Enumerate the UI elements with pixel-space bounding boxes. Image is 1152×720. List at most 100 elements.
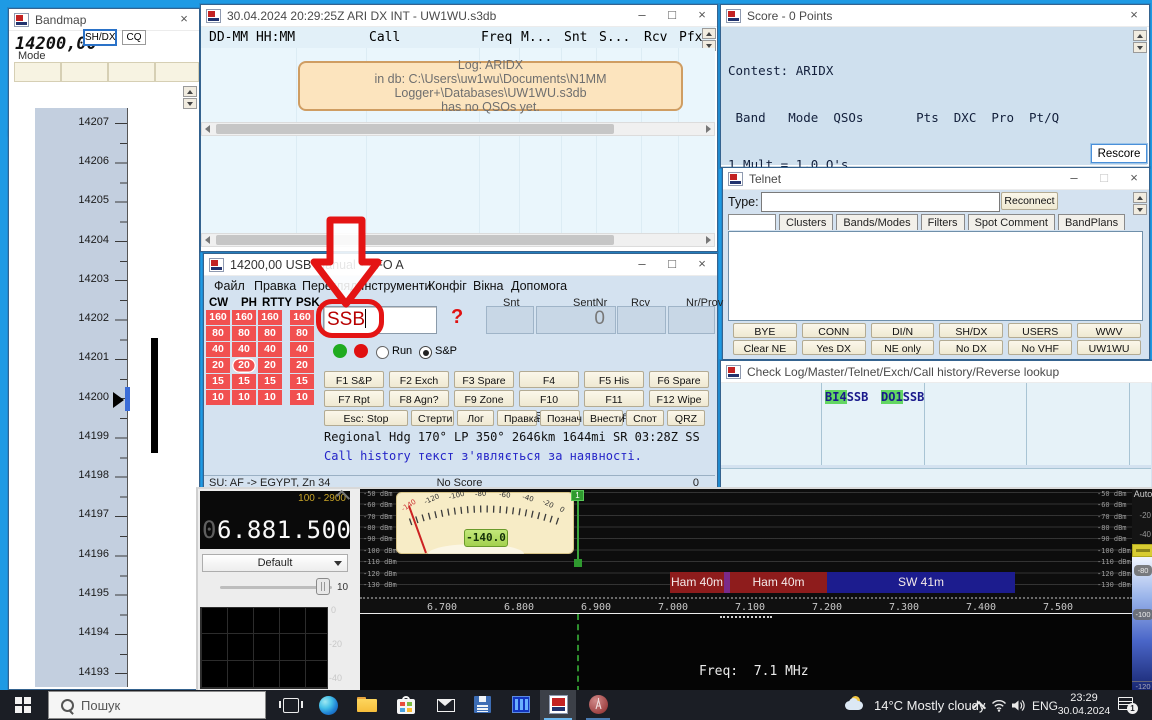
sdr-preset-dropdown[interactable]: Default bbox=[202, 554, 348, 572]
band-button[interactable]: 10 bbox=[206, 390, 230, 405]
tab-bandplans[interactable]: BandPlans bbox=[1058, 214, 1125, 230]
close-icon[interactable]: × bbox=[687, 254, 717, 276]
band-button[interactable]: 160 bbox=[290, 310, 314, 325]
band-button-selected[interactable]: 20 bbox=[232, 358, 256, 373]
telnet-clearne-button[interactable]: Clear NE bbox=[733, 340, 797, 355]
close-icon[interactable]: × bbox=[687, 5, 717, 27]
sdr-frequency-display[interactable]: 06.881.500 bbox=[202, 516, 352, 544]
band-button[interactable]: 80 bbox=[232, 326, 256, 341]
fkey-f10[interactable]: F10 Spare bbox=[519, 390, 579, 407]
spinner-up-icon[interactable] bbox=[1133, 192, 1147, 203]
edit-button[interactable]: Правка bbox=[497, 410, 537, 426]
rcv-field[interactable] bbox=[617, 306, 666, 334]
telnet-titlebar[interactable]: Telnet – □ × bbox=[723, 168, 1149, 190]
band-button[interactable]: 160 bbox=[232, 310, 256, 325]
log-col-header[interactable]: DD-MM HH:MM bbox=[209, 30, 295, 45]
close-icon[interactable]: × bbox=[169, 9, 199, 31]
tab-filters[interactable]: Filters bbox=[921, 214, 965, 230]
file-explorer-icon[interactable] bbox=[357, 697, 377, 713]
log-titlebar[interactable]: 30.04.2024 20:29:25Z ARI DX INT - UW1WU.… bbox=[201, 5, 717, 27]
speaker-icon[interactable] bbox=[1011, 699, 1025, 712]
telnet-shdx-button[interactable]: SH/DX bbox=[939, 323, 1003, 338]
scroll-left-icon[interactable] bbox=[205, 236, 210, 244]
entry-titlebar[interactable]: 14200,00 USB Manual - VFO A – □ × bbox=[204, 254, 717, 276]
save-app-icon[interactable] bbox=[474, 696, 491, 713]
tuning-marker-foot[interactable] bbox=[574, 559, 582, 567]
log-scrollbar-upper[interactable] bbox=[201, 122, 715, 136]
spinner-up-icon[interactable] bbox=[183, 86, 197, 97]
band-button[interactable]: 80 bbox=[206, 326, 230, 341]
menu-file[interactable]: Файл bbox=[214, 279, 245, 293]
check-titlebar[interactable]: Check Log/Master/Telnet/Exch/Call histor… bbox=[721, 361, 1152, 383]
band-button[interactable]: 15 bbox=[232, 374, 256, 389]
microsoft-store-icon[interactable] bbox=[397, 696, 415, 714]
band-button[interactable]: 40 bbox=[290, 342, 314, 357]
edge-browser-icon[interactable] bbox=[319, 696, 338, 715]
bandmap-mode-field[interactable] bbox=[61, 62, 108, 82]
band-button[interactable]: 20 bbox=[206, 358, 230, 373]
band-button[interactable]: 10 bbox=[232, 390, 256, 405]
tab-spot-comment[interactable]: Spot Comment bbox=[968, 214, 1055, 230]
reconnect-button[interactable]: Reconnect bbox=[1001, 192, 1058, 210]
telnet-nodx-button[interactable]: No DX bbox=[939, 340, 1003, 355]
bandmap-zoom-spinner[interactable] bbox=[183, 86, 197, 109]
wipe-button[interactable]: Стерти bbox=[411, 410, 454, 426]
maximize-icon[interactable]: □ bbox=[657, 5, 687, 27]
fkey-f5[interactable]: F5 His Call bbox=[584, 371, 644, 388]
color-scale-marker[interactable]: -80 bbox=[1134, 565, 1152, 576]
telnet-novhf-button[interactable]: No VHF bbox=[1008, 340, 1072, 355]
band-button[interactable]: 10 bbox=[290, 390, 314, 405]
band-button[interactable]: 15 bbox=[206, 374, 230, 389]
telnet-conn-button[interactable]: CONN bbox=[802, 323, 866, 338]
snt-field[interactable] bbox=[486, 306, 534, 334]
store-button[interactable]: Внести bbox=[583, 410, 623, 426]
scrollbar-thumb[interactable] bbox=[216, 124, 614, 134]
telnet-users-button[interactable]: USERS bbox=[1008, 323, 1072, 338]
band-button[interactable]: 40 bbox=[232, 342, 256, 357]
telnet-bye-button[interactable]: BYE bbox=[733, 323, 797, 338]
tab-bands-modes[interactable]: Bands/Modes bbox=[836, 214, 917, 230]
menu-edit[interactable]: Правка bbox=[254, 279, 296, 293]
score-font-spinner[interactable] bbox=[1133, 30, 1147, 53]
language-indicator[interactable]: ENG bbox=[1032, 699, 1058, 713]
spot-button[interactable]: Спот bbox=[626, 410, 664, 426]
band-button[interactable]: 40 bbox=[258, 342, 282, 357]
band-button[interactable]: 15 bbox=[258, 374, 282, 389]
band-button[interactable]: 15 bbox=[290, 374, 314, 389]
scroll-left-icon[interactable] bbox=[205, 125, 210, 133]
sdr-taskbar-button[interactable] bbox=[580, 690, 616, 720]
band-button[interactable]: 20 bbox=[258, 358, 282, 373]
spinner-down-icon[interactable] bbox=[1133, 204, 1147, 215]
start-button[interactable] bbox=[0, 690, 48, 720]
band-button[interactable]: 160 bbox=[258, 310, 282, 325]
menu-windows[interactable]: Вікна bbox=[473, 279, 503, 293]
sdr-spectrum[interactable]: -50 dBm -60 dBm -70 dBm -80 dBm -90 dBm … bbox=[360, 489, 1132, 612]
spinner-up-icon[interactable] bbox=[1133, 30, 1147, 41]
sdr-frequency-axis[interactable]: 6.700 6.800 6.900 7.000 7.100 7.200 7.30… bbox=[360, 597, 1132, 613]
log-col-header[interactable]: Freq bbox=[481, 30, 512, 45]
tuning-marker-line[interactable] bbox=[577, 490, 579, 567]
scale-highlight-marker[interactable] bbox=[1132, 544, 1152, 557]
sentnr-field[interactable]: 0 bbox=[536, 306, 616, 334]
minimize-icon[interactable]: – bbox=[627, 254, 657, 276]
fkey-f4[interactable]: F4 UW1WU bbox=[519, 371, 579, 388]
menu-config[interactable]: Конфіг bbox=[428, 279, 467, 293]
tab-blank[interactable] bbox=[728, 214, 776, 230]
telnet-yesdx-button[interactable]: Yes DX bbox=[802, 340, 866, 355]
esc-stop-button[interactable]: Esc: Stop bbox=[324, 410, 408, 426]
band-button[interactable]: 20 bbox=[290, 358, 314, 373]
close-icon[interactable]: × bbox=[1119, 5, 1149, 27]
close-icon[interactable]: × bbox=[1119, 168, 1149, 190]
telnet-font-spinner[interactable] bbox=[1133, 192, 1147, 215]
bandmap-titlebar[interactable]: Bandmap × bbox=[9, 9, 199, 31]
fkey-f11[interactable]: F11 Spare bbox=[584, 390, 644, 407]
spinner-up-icon[interactable] bbox=[702, 28, 716, 39]
fkey-f2[interactable]: F2 Exch bbox=[389, 371, 449, 388]
spectrum-app-icon[interactable] bbox=[512, 696, 530, 713]
maximize-icon[interactable]: □ bbox=[657, 254, 687, 276]
tab-clusters[interactable]: Clusters bbox=[779, 214, 833, 230]
log-button[interactable]: Лог bbox=[457, 410, 494, 426]
n1mm-taskbar-button[interactable] bbox=[540, 690, 576, 720]
telnet-wwv-button[interactable]: WWV bbox=[1077, 323, 1141, 338]
maximize-icon[interactable]: □ bbox=[1089, 168, 1119, 190]
